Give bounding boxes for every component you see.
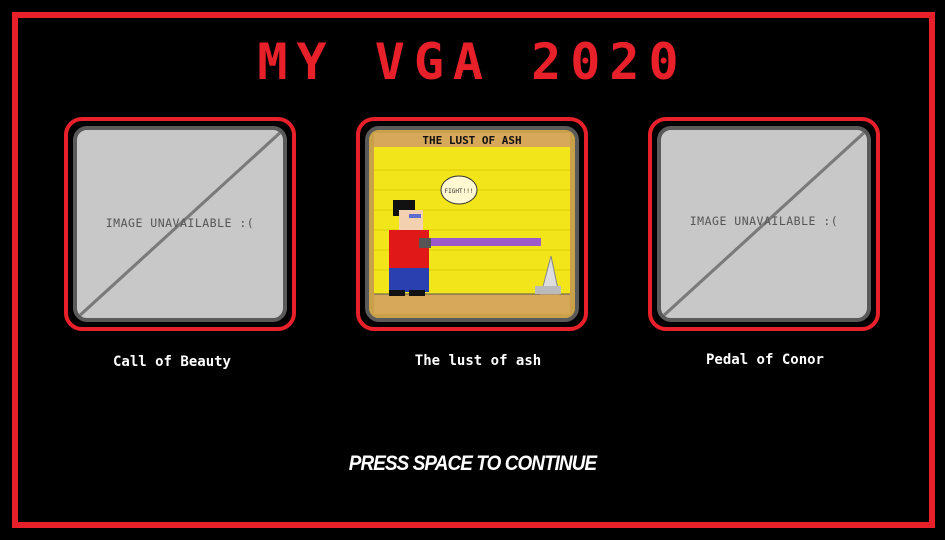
game-card-call-of-beauty[interactable]: IMAGE UNAVAILABLE :( — [64, 117, 296, 331]
game-card-pedal-of-conor[interactable]: IMAGE UNAVAILABLE :( — [648, 117, 880, 331]
artwork-title: THE LUST OF ASH — [422, 134, 521, 147]
page-title: MY VGA 2020 — [257, 33, 688, 91]
image-unavailable-text: IMAGE UNAVAILABLE :( — [105, 216, 255, 230]
image-unavailable-text: IMAGE UNAVAILABLE :( — [689, 214, 839, 228]
speech-bubble-text: FIGHT!!! — [445, 188, 474, 195]
game-label-the-lust-of-ash: The lust of ash — [414, 353, 542, 369]
game-card-the-lust-of-ash[interactable]: THE LUST OF ASH FIGHT!!! — [356, 117, 588, 331]
image-placeholder: IMAGE UNAVAILABLE :( — [657, 126, 871, 322]
game-artwork-image: THE LUST OF ASH FIGHT!!! — [369, 130, 575, 318]
press-space-prompt: PRESS SPACE TO CONTINUE — [348, 452, 597, 475]
game-label-pedal-of-conor: Pedal of Conor — [705, 352, 824, 368]
game-label-call-of-beauty: Call of Beauty — [112, 354, 231, 370]
image-placeholder: IMAGE UNAVAILABLE :( — [73, 126, 287, 322]
game-artwork: THE LUST OF ASH FIGHT!!! — [365, 126, 579, 322]
